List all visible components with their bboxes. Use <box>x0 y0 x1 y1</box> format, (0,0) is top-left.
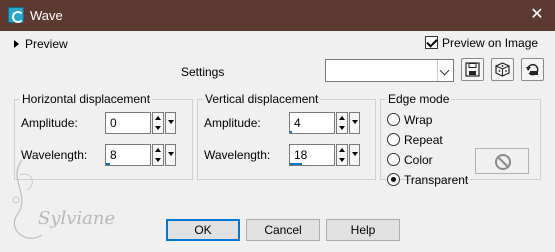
preview-on-image-label: Preview on Image <box>442 36 539 50</box>
preview-toggle[interactable]: Preview <box>14 37 68 51</box>
v-wavelength-level <box>290 163 302 165</box>
dice-icon <box>495 62 510 77</box>
radio-wrap[interactable]: Wrap <box>387 113 432 127</box>
radio-repeat-label: Repeat <box>404 133 443 147</box>
v-wavelength-label: Wavelength: <box>204 148 271 162</box>
watermark-text: Sylviane <box>38 208 116 229</box>
h-amplitude-updown[interactable] <box>152 112 164 134</box>
radio-transparent-icon[interactable] <box>387 173 400 186</box>
settings-dropdown[interactable] <box>325 59 454 82</box>
radio-repeat[interactable]: Repeat <box>387 133 443 147</box>
vertical-displacement-group: Vertical displacement <box>197 92 376 180</box>
radio-wrap-icon[interactable] <box>387 113 400 126</box>
h-amplitude-label: Amplitude: <box>21 116 78 130</box>
v-amplitude-spinner[interactable]: 4 <box>289 112 360 134</box>
v-amplitude-label: Amplitude: <box>204 116 261 130</box>
radio-color[interactable]: Color <box>387 153 433 167</box>
horizontal-displacement-legend: Horizontal displacement <box>22 92 151 106</box>
preview-on-image-checkbox[interactable]: Preview on Image <box>425 36 538 50</box>
chevron-down-icon[interactable] <box>437 60 453 81</box>
watermark-flourish-icon <box>12 159 43 239</box>
v-amplitude-updown[interactable] <box>336 112 348 134</box>
h-amplitude-spinner[interactable]: 0 <box>105 112 176 134</box>
preview-label: Preview <box>25 37 68 51</box>
settings-label: Settings <box>181 65 225 79</box>
reset-button[interactable] <box>521 58 544 81</box>
v-wavelength-updown[interactable] <box>336 144 348 166</box>
help-button[interactable]: Help <box>326 219 400 241</box>
reset-icon <box>526 63 539 76</box>
save-icon <box>465 62 480 77</box>
checkbox-check-icon[interactable] <box>425 36 438 49</box>
h-amplitude-input[interactable]: 0 <box>105 112 151 134</box>
radio-color-icon[interactable] <box>387 153 400 166</box>
vertical-displacement-legend: Vertical displacement <box>205 92 319 106</box>
radio-wrap-label: Wrap <box>404 113 433 127</box>
radio-repeat-icon[interactable] <box>387 133 400 146</box>
v-amplitude-input[interactable]: 4 <box>289 112 335 134</box>
v-amplitude-dropdown-icon[interactable] <box>349 112 360 134</box>
save-preset-button[interactable] <box>461 58 484 81</box>
edge-mode-legend: Edge mode <box>388 92 450 106</box>
h-wavelength-updown[interactable] <box>152 144 164 166</box>
color-swatch[interactable] <box>475 148 529 174</box>
title-bar: Wave ✕ <box>0 0 555 31</box>
radio-transparent-label: Transparent <box>404 173 469 187</box>
ok-button[interactable]: OK <box>166 219 240 241</box>
v-wavelength-dropdown-icon[interactable] <box>349 144 360 166</box>
app-icon <box>8 7 24 23</box>
watermark: Sylviane <box>2 150 122 250</box>
randomize-button[interactable] <box>491 58 514 81</box>
no-color-icon <box>495 154 511 170</box>
expand-arrow-icon <box>14 40 19 48</box>
window-title: Wave <box>30 8 63 23</box>
h-wavelength-dropdown-icon[interactable] <box>165 144 176 166</box>
v-amplitude-level <box>290 131 292 133</box>
radio-transparent[interactable]: Transparent <box>387 173 468 187</box>
radio-color-label: Color <box>404 153 433 167</box>
v-wavelength-spinner[interactable]: 18 <box>289 144 360 166</box>
close-button[interactable]: ✕ <box>525 5 549 25</box>
cancel-button[interactable]: Cancel <box>246 219 320 241</box>
h-amplitude-dropdown-icon[interactable] <box>165 112 176 134</box>
